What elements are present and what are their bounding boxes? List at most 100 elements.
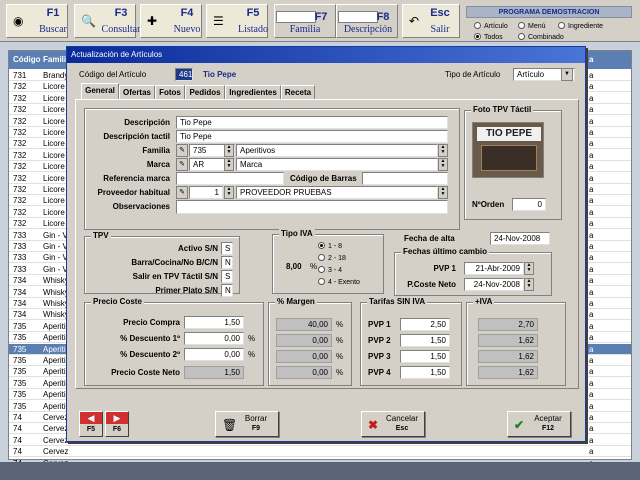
descripcion-label: Descripción bbox=[124, 118, 170, 127]
cell-last: a bbox=[589, 310, 594, 320]
proveedor-name-field[interactable]: PROVEEDOR PRUEBAS bbox=[236, 186, 438, 199]
cell-familia: Whisky bbox=[43, 299, 69, 308]
pcoste-date-field[interactable]: 24-Nov-2008 bbox=[464, 278, 524, 291]
fecha-alta-field[interactable]: 24-Nov-2008 bbox=[490, 232, 550, 245]
desc1-field[interactable]: 0,00 bbox=[184, 332, 244, 345]
nuevo-button[interactable]: ✚ F4 Nuevo bbox=[140, 4, 202, 38]
familia-lookup-icon[interactable]: ✎ bbox=[176, 144, 188, 157]
col-header-last[interactable]: a bbox=[589, 55, 593, 64]
cell-familia: Aperiti bbox=[43, 378, 66, 388]
cell-last: a bbox=[589, 287, 594, 297]
pvp3-iva-field: 1,62 bbox=[478, 350, 538, 363]
radio-menu[interactable]: Menú bbox=[518, 22, 546, 30]
salir-label: Salir bbox=[430, 24, 450, 35]
iva-radio-1[interactable]: 1 - 8 bbox=[318, 242, 342, 250]
fechas-title: Fechas último cambio bbox=[401, 247, 490, 256]
activo-field[interactable]: S bbox=[221, 242, 233, 255]
desc-tactil-field[interactable]: Tio Pepe bbox=[176, 130, 448, 143]
barra-field[interactable]: N bbox=[221, 256, 233, 269]
proveedor-spin[interactable]: ▲ ▼ bbox=[224, 186, 234, 199]
desc1-label: % Descuento 1º bbox=[120, 334, 180, 343]
binoculars-icon: ◉ bbox=[13, 14, 24, 28]
radio-todos[interactable]: Todos bbox=[474, 33, 503, 41]
salir-tpv-field[interactable]: S bbox=[221, 270, 233, 283]
cell-last: a bbox=[589, 264, 594, 274]
primer-plato-field[interactable]: N bbox=[221, 284, 233, 297]
aceptar-button[interactable]: ✔ Aceptar F12 bbox=[507, 411, 571, 437]
chevron-down-icon[interactable]: ▼ bbox=[561, 68, 573, 81]
codigo-label: Código del Artículo bbox=[79, 70, 147, 79]
pvp1-date-spin[interactable]: ▲ ▼ bbox=[524, 262, 534, 275]
pvp1-field[interactable]: 2,50 bbox=[400, 318, 450, 331]
pcompra-field[interactable]: 1,50 bbox=[184, 316, 244, 329]
proveedor-lookup-icon[interactable]: ✎ bbox=[176, 186, 188, 199]
marca-name-field[interactable]: Marca bbox=[236, 158, 438, 171]
pvp3-field[interactable]: 1,50 bbox=[400, 350, 450, 363]
next-record-button[interactable]: ▶ F6 bbox=[105, 411, 129, 437]
descripcion-field[interactable]: Tio Pepe bbox=[176, 116, 448, 129]
tab-ingredientes[interactable]: Ingredientes bbox=[225, 85, 281, 99]
cancelar-button[interactable]: ✖ Cancelar Esc bbox=[361, 411, 425, 437]
pvp1-date-field[interactable]: 21-Abr-2009 bbox=[464, 262, 524, 275]
table-row[interactable]: 74 Cervez a bbox=[9, 446, 631, 458]
radio-articulo[interactable]: Artículo bbox=[474, 22, 508, 30]
iva-radio-4[interactable]: 4 - Exento bbox=[318, 278, 360, 286]
marca-spin[interactable]: ▲ ▼ bbox=[224, 158, 234, 171]
tab-receta[interactable]: Receta bbox=[281, 85, 315, 99]
familia-name-field[interactable]: Aperitivos bbox=[236, 144, 438, 157]
cell-familia: Licore bbox=[43, 150, 65, 160]
iva-title: Tipo IVA bbox=[279, 229, 315, 238]
proveedor-code-field[interactable]: 1 bbox=[189, 186, 223, 199]
product-photo[interactable]: TIO PEPE bbox=[472, 122, 544, 178]
nuevo-key: F4 bbox=[180, 7, 194, 19]
marca-name-spin[interactable]: ▲ ▼ bbox=[438, 158, 448, 171]
salir-button[interactable]: ↶ Esc Salir bbox=[402, 4, 460, 38]
radio-ingrediente[interactable]: Ingrediente bbox=[558, 22, 603, 30]
cell-last: a bbox=[589, 139, 594, 149]
tab-ofertas[interactable]: Ofertas bbox=[119, 85, 155, 99]
observaciones-field[interactable] bbox=[176, 200, 448, 214]
listado-button[interactable]: ☰ F5 Listado bbox=[206, 4, 268, 38]
consultar-button[interactable]: 🔍 F3 Consultar bbox=[74, 4, 140, 38]
familia-filter[interactable]: F7 Familia bbox=[274, 4, 336, 38]
prev-record-button[interactable]: ◀ F5 bbox=[79, 411, 103, 437]
ref-marca-field[interactable] bbox=[176, 172, 284, 185]
descripcion-filter-input[interactable] bbox=[338, 11, 378, 23]
pvp4-field[interactable]: 1,50 bbox=[400, 366, 450, 379]
borrar-button[interactable]: 🗑 Borrar F9 bbox=[215, 411, 279, 437]
tab-pedidos[interactable]: Pedidos bbox=[185, 85, 225, 99]
cell-codigo: 733 bbox=[13, 253, 27, 263]
cell-familia: Brandy bbox=[43, 71, 69, 80]
cell-familia: Whisky bbox=[43, 276, 69, 286]
margen-4-field: 0,00 bbox=[276, 366, 332, 379]
descripcion-filter[interactable]: F8 Descripción bbox=[336, 4, 398, 38]
familia-filter-input[interactable] bbox=[276, 11, 316, 23]
codigo-field[interactable]: 461 bbox=[175, 68, 193, 81]
margen-2-field: 0,00 bbox=[276, 334, 332, 347]
familia-spin[interactable]: ▲ ▼ bbox=[224, 144, 234, 157]
pvp2-field[interactable]: 1,50 bbox=[400, 334, 450, 347]
tab-general[interactable]: General bbox=[81, 83, 119, 99]
trash-icon: 🗑 bbox=[222, 418, 238, 432]
norden-field[interactable]: 0 bbox=[512, 198, 546, 211]
buscar-button[interactable]: ◉ F1 Buscar bbox=[6, 4, 68, 38]
marca-lookup-icon[interactable]: ✎ bbox=[176, 158, 188, 171]
cell-codigo: 74 bbox=[13, 447, 22, 457]
cell-familia: Licore bbox=[43, 93, 65, 103]
col-header-codigo[interactable]: Código bbox=[13, 55, 41, 64]
cod-barras-field[interactable] bbox=[362, 172, 448, 185]
familia-name-spin[interactable]: ▲ ▼ bbox=[438, 144, 448, 157]
tab-fotos[interactable]: Fotos bbox=[155, 85, 185, 99]
proveedor-name-spin[interactable]: ▲ ▼ bbox=[438, 186, 448, 199]
iva-radio-3[interactable]: 3 - 4 bbox=[318, 266, 342, 274]
buscar-label: Buscar bbox=[39, 24, 67, 35]
desc2-field[interactable]: 0,00 bbox=[184, 348, 244, 361]
radio-combinado[interactable]: Combinado bbox=[518, 33, 564, 41]
pvp2-iva-field: 1,62 bbox=[478, 334, 538, 347]
pcoste-date-spin[interactable]: ▲ ▼ bbox=[524, 278, 534, 291]
tpv-title: TPV bbox=[91, 231, 111, 240]
iva-radio-2[interactable]: 2 - 18 bbox=[318, 254, 346, 262]
cell-familia: Licore bbox=[43, 116, 65, 126]
cell-codigo: 732 bbox=[13, 82, 27, 92]
margen-3-pct: % bbox=[336, 352, 344, 361]
